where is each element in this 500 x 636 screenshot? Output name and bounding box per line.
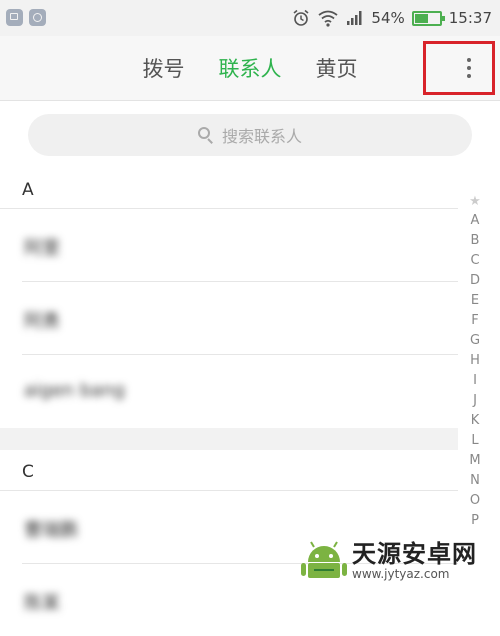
section-gap [0, 428, 458, 450]
index-letter-m[interactable]: M [465, 451, 485, 471]
search-icon [197, 127, 214, 143]
android-logo-icon [301, 541, 347, 578]
index-letter-o[interactable]: O [465, 491, 485, 511]
top-tab-bar: 拨号 联系人 黄页 [0, 36, 500, 101]
search-placeholder: 搜索联系人 [221, 127, 302, 146]
contact-name: 曹瑞鹏 [24, 520, 78, 541]
contact-name: 阿勇 [24, 311, 60, 332]
clock: 15:37 [448, 9, 492, 27]
more-vert-icon [467, 58, 471, 82]
watermark-text: 天源安卓网 www.jytyaz.com [352, 541, 477, 581]
watermark-title: 天源安卓网 [352, 540, 477, 568]
tab-contacts[interactable]: 联系人 [219, 53, 282, 83]
battery-level-fill [414, 13, 428, 23]
notification-icons [6, 9, 46, 26]
watermark: 天源安卓网 www.jytyaz.com [300, 537, 477, 585]
tab-yellow-pages[interactable]: 黄页 [316, 53, 358, 83]
battery-icon [411, 10, 445, 26]
signal-icon [347, 11, 362, 25]
section-header-c: C [22, 462, 34, 482]
wifi-icon [318, 10, 338, 27]
contact-name: 陈某 [24, 593, 60, 614]
index-letter-p[interactable]: P [465, 511, 485, 531]
index-letter-i[interactable]: I [465, 371, 485, 391]
index-letter-c[interactable]: C [465, 251, 485, 271]
index-letter-n[interactable]: N [465, 471, 485, 491]
status-bar: 54% 15:37 [0, 0, 500, 36]
index-letter-d[interactable]: D [465, 271, 485, 291]
contact-row[interactable]: 阿里 [0, 209, 458, 281]
alphabet-index[interactable]: ★ ABCDEFGHIJKLMNOP [465, 193, 485, 531]
search-contacts-input[interactable]: 搜索联系人 [28, 114, 472, 156]
contact-row[interactable]: 阿勇 [0, 282, 458, 354]
index-letter-a[interactable]: A [465, 211, 485, 231]
favorites-star-icon[interactable]: ★ [465, 193, 485, 211]
picture-notification-icon [6, 9, 23, 26]
index-letter-k[interactable]: K [465, 411, 485, 431]
smile-notification-icon [29, 9, 46, 26]
contact-row[interactable]: aigen bang [0, 355, 458, 427]
status-right: 54% 15:37 [292, 7, 492, 29]
battery-percent: 54% [371, 9, 405, 27]
index-letter-j[interactable]: J [465, 391, 485, 411]
index-letter-h[interactable]: H [465, 351, 485, 371]
contact-name: aigen bang [24, 380, 125, 401]
section-header-a: A [22, 180, 34, 200]
more-options-button[interactable] [423, 41, 495, 95]
index-letter-f[interactable]: F [465, 311, 485, 331]
contact-name: 阿里 [24, 238, 60, 259]
tab-dialer[interactable]: 拨号 [143, 53, 185, 83]
index-letter-l[interactable]: L [465, 431, 485, 451]
index-letter-g[interactable]: G [465, 331, 485, 351]
index-letter-e[interactable]: E [465, 291, 485, 311]
alarm-icon [293, 9, 309, 26]
index-letter-b[interactable]: B [465, 231, 485, 251]
watermark-url: www.jytyaz.com [352, 567, 450, 581]
